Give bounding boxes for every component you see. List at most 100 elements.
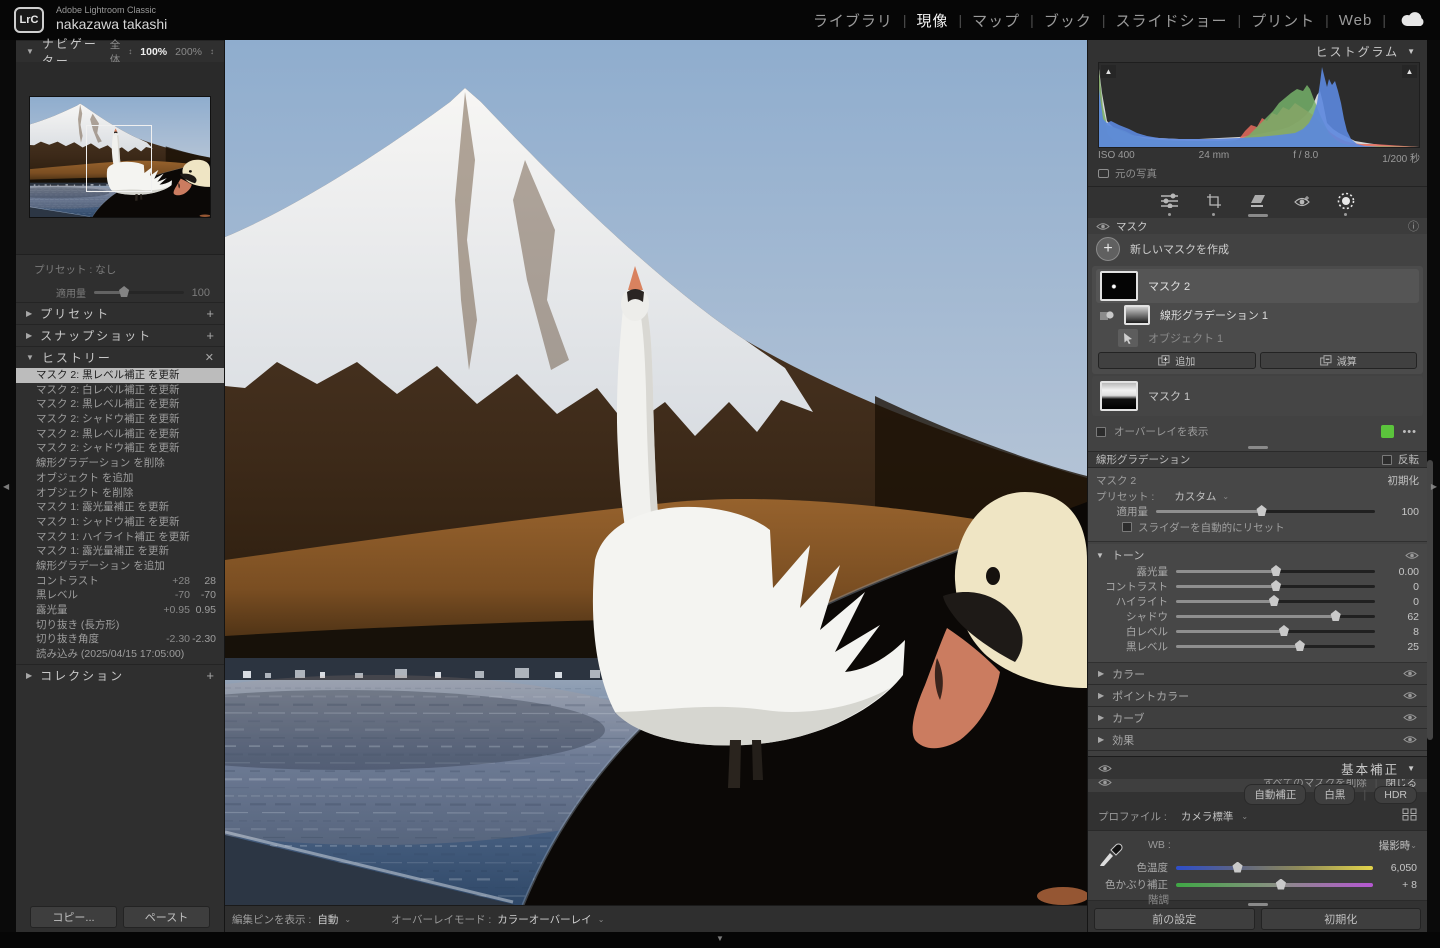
histogram-header[interactable]: ヒストグラム ▼ xyxy=(1088,40,1427,62)
history-item[interactable]: 読み込み (2025/04/15 17:05:00) xyxy=(16,647,224,662)
add-mask-button[interactable]: + xyxy=(1096,237,1120,261)
overlay-mode-value[interactable]: カラーオーバーレイ xyxy=(497,912,591,927)
history-item[interactable]: マスク 2: 黒レベル補正 を更新 xyxy=(16,427,224,442)
invert-checkbox[interactable] xyxy=(1382,455,1392,465)
snapshots-panel-header[interactable]: ▶スナップショット+ xyxy=(16,324,224,346)
tone-slider[interactable] xyxy=(1176,570,1375,573)
crop-tool-icon[interactable] xyxy=(1204,191,1224,211)
history-item[interactable]: マスク 2: シャドウ補正 を更新 xyxy=(16,441,224,456)
module-4[interactable]: スライドショー xyxy=(1115,10,1227,31)
gradient-1-row[interactable]: 線形グラデーション 1 xyxy=(1096,303,1419,327)
chevron-down-icon[interactable]: ⌄ xyxy=(598,915,605,924)
history-item[interactable]: オブジェクト を削除 xyxy=(16,486,224,501)
navigator-preview[interactable] xyxy=(16,62,224,255)
hdr-button[interactable]: HDR xyxy=(1374,786,1417,804)
original-photo-toggle[interactable]: 元の写真 xyxy=(1098,166,1157,181)
eye-icon[interactable] xyxy=(1098,778,1112,787)
nav-zoom-arrows-icon[interactable]: ↕ xyxy=(128,47,132,56)
collections-panel-header[interactable]: ▶コレクション+ xyxy=(16,664,224,686)
auto-correct-button[interactable]: 自動補正 xyxy=(1244,784,1306,805)
collapse-triangle-icon[interactable]: ▼ xyxy=(1096,551,1104,560)
history-panel-header[interactable]: ▼ヒストリー✕ xyxy=(16,346,224,368)
mask-1-row[interactable]: マスク 1 xyxy=(1096,379,1419,413)
basic-panel-header[interactable]: 基本補正▼ xyxy=(1088,756,1427,779)
cloud-sync-icon[interactable] xyxy=(1400,10,1426,33)
nav-zoom-200[interactable]: 200% xyxy=(175,46,202,58)
module-3[interactable]: ブック xyxy=(1044,10,1092,31)
collapsed-section-カラー[interactable]: ▶カラー xyxy=(1088,663,1427,685)
wb-value[interactable]: 撮影時 xyxy=(1379,838,1411,853)
tone-slider[interactable] xyxy=(1176,645,1375,648)
edit-tool-icon[interactable] xyxy=(1160,191,1180,211)
presets-panel-header[interactable]: ▶プリセット+ xyxy=(16,302,224,324)
history-item[interactable]: マスク 1: 露光量補正 を更新 xyxy=(16,544,224,559)
histogram-plot[interactable]: ▲ ▲ xyxy=(1098,62,1420,148)
preset-value[interactable]: カスタム xyxy=(1174,489,1216,504)
history-item[interactable]: マスク 2: 黒レベル補正 を更新 xyxy=(16,368,224,383)
mask-2-row[interactable]: マスク 2 xyxy=(1096,269,1419,303)
eye-icon[interactable] xyxy=(1096,222,1110,231)
bw-button[interactable]: 白黒 xyxy=(1314,784,1355,805)
collapsed-section-効果[interactable]: ▶効果 xyxy=(1088,729,1427,751)
paste-button[interactable]: ペースト xyxy=(123,906,210,928)
tone-slider[interactable] xyxy=(1176,600,1375,603)
navigator-thumbnail[interactable] xyxy=(30,97,210,217)
overlay-options-icon[interactable]: ••• xyxy=(1402,426,1417,438)
object-1-row[interactable]: オブジェクト 1 xyxy=(1096,327,1419,349)
chevron-down-icon[interactable]: ⌄ xyxy=(1222,492,1229,501)
history-item[interactable]: マスク 1: シャドウ補正 を更新 xyxy=(16,515,224,530)
left-panel-collapse-arrow[interactable]: ◀ xyxy=(0,40,16,932)
tone-slider[interactable] xyxy=(1176,615,1375,618)
mask-subtract-button[interactable]: 減算 xyxy=(1260,352,1418,369)
history-item[interactable]: マスク 1: 露光量補正 を更新 xyxy=(16,500,224,515)
overlay-color-swatch[interactable] xyxy=(1381,425,1394,438)
add-preset-button[interactable]: + xyxy=(206,306,214,321)
profile-browser-icon[interactable] xyxy=(1402,808,1417,824)
wb-eyedropper-icon[interactable] xyxy=(1098,839,1124,870)
module-1[interactable]: 現像 xyxy=(917,10,949,31)
module-6[interactable]: Web xyxy=(1339,12,1373,29)
history-item[interactable]: 切り抜き角度-2.30-2.30 xyxy=(16,632,224,647)
collapsed-section-カーブ[interactable]: ▶カーブ xyxy=(1088,707,1427,729)
create-mask-row[interactable]: + 新しいマスクを作成 xyxy=(1088,234,1427,264)
module-0[interactable]: ライブラリ xyxy=(813,10,893,31)
navigator-header[interactable]: ▼ ナビゲーター 全体 ↕ 100% 200% ↕ xyxy=(16,40,224,62)
tone-slider[interactable] xyxy=(1176,585,1375,588)
chevron-down-icon[interactable]: ⌄ xyxy=(1241,812,1248,821)
nav-zoom-100[interactable]: 100% xyxy=(140,46,167,58)
panel-drag-handle[interactable] xyxy=(1248,903,1268,906)
photo-canvas[interactable] xyxy=(225,40,1087,905)
masking-tool-icon[interactable] xyxy=(1336,191,1356,211)
eye-icon[interactable] xyxy=(1098,764,1112,773)
edit-pins-value[interactable]: 自動 xyxy=(317,912,338,927)
reset-mask-button[interactable]: 初期化 xyxy=(1388,473,1420,488)
module-5[interactable]: プリント xyxy=(1251,10,1315,31)
profile-value[interactable]: カメラ標準 xyxy=(1181,809,1234,824)
auto-reset-checkbox[interactable] xyxy=(1122,522,1132,532)
info-icon[interactable]: ⓘ xyxy=(1408,218,1419,234)
history-item[interactable]: マスク 2: シャドウ補正 を更新 xyxy=(16,412,224,427)
highlight-clipping-indicator[interactable]: ▲ xyxy=(1402,65,1417,78)
history-item[interactable]: オブジェクト を追加 xyxy=(16,471,224,486)
eye-icon[interactable] xyxy=(1405,551,1419,560)
history-item[interactable]: 線形グラデーション を削除 xyxy=(16,456,224,471)
history-item[interactable]: 線形グラデーション を追加 xyxy=(16,559,224,574)
history-item[interactable]: コントラスト+2828 xyxy=(16,574,224,589)
mask-amount-slider[interactable] xyxy=(1156,510,1375,513)
preset-amount-slider[interactable] xyxy=(94,291,184,294)
show-overlay-checkbox[interactable] xyxy=(1096,427,1106,437)
panel-drag-handle[interactable] xyxy=(1248,214,1268,217)
chevron-down-icon[interactable]: ⌄ xyxy=(344,915,351,924)
reset-button[interactable]: 初期化 xyxy=(1261,908,1422,930)
chevron-down-icon[interactable]: ⌄ xyxy=(1410,841,1417,850)
add-snapshot-button[interactable]: + xyxy=(206,328,214,343)
history-item[interactable]: マスク 2: 黒レベル補正 を更新 xyxy=(16,397,224,412)
healing-tool-icon[interactable] xyxy=(1248,191,1268,211)
navigator-zoom-rect[interactable] xyxy=(86,125,153,192)
collapsed-section-ポイントカラー[interactable]: ▶ポイントカラー xyxy=(1088,685,1427,707)
mask-add-button[interactable]: 追加 xyxy=(1098,352,1256,369)
bottom-panel-collapse-arrow[interactable]: ▼ xyxy=(0,932,1440,948)
mask-2-thumbnail[interactable] xyxy=(1100,271,1138,301)
history-item[interactable]: 切り抜き (長方形) xyxy=(16,618,224,633)
history-item[interactable]: マスク 1: ハイライト補正 を更新 xyxy=(16,530,224,545)
